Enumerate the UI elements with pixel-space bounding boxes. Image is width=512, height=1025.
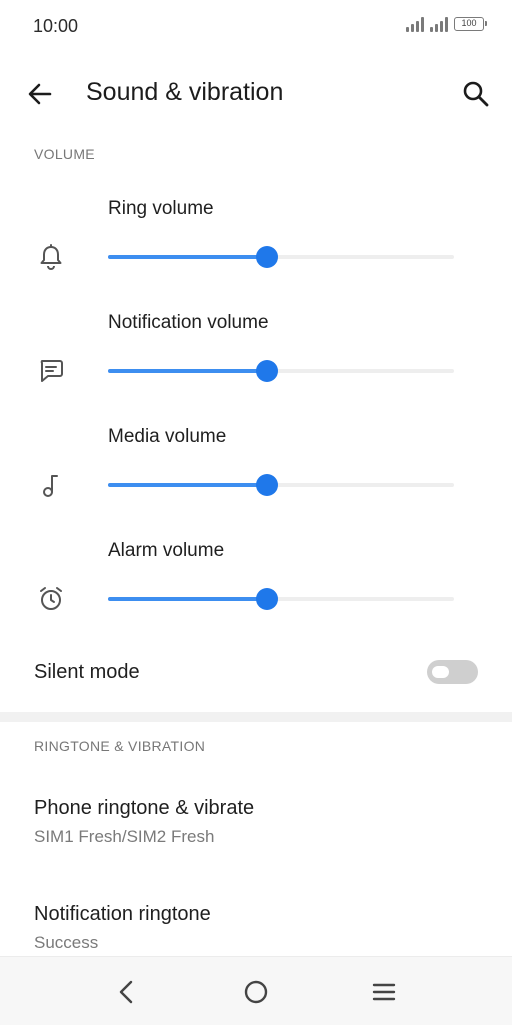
slider-fill <box>108 597 268 601</box>
arrow-left-icon <box>28 83 52 105</box>
toggle-knob <box>432 666 449 678</box>
system-nav-bar <box>0 956 512 1025</box>
circle-home-icon <box>244 980 268 1004</box>
menu-icon <box>372 983 396 1001</box>
volume-row-media: Media volume <box>0 424 512 534</box>
volume-row-alarm: Alarm volume <box>0 538 512 648</box>
volume-label: Alarm volume <box>108 540 225 561</box>
search-button[interactable] <box>458 76 494 112</box>
slider-thumb[interactable] <box>256 588 279 610</box>
volume-label: Media volume <box>108 426 227 447</box>
status-icons: 100 <box>406 16 487 32</box>
silent-mode-row[interactable]: Silent mode <box>0 646 512 702</box>
nav-menu-button[interactable] <box>367 975 401 1009</box>
volume-row-ring: Ring volume <box>0 196 512 306</box>
ring-volume-slider[interactable] <box>108 245 454 269</box>
app-bar: Sound & vibration <box>0 60 512 126</box>
slider-thumb[interactable] <box>256 246 279 268</box>
slider-fill <box>108 369 268 373</box>
message-icon <box>40 360 63 382</box>
media-volume-slider[interactable] <box>108 473 454 497</box>
bell-icon <box>40 244 62 270</box>
slider-fill <box>108 255 268 259</box>
notification-volume-slider[interactable] <box>108 359 454 383</box>
battery-level: 100 <box>461 18 477 28</box>
nav-back-button[interactable] <box>110 975 144 1009</box>
page-title: Sound & vibration <box>86 78 284 106</box>
search-icon <box>463 81 489 107</box>
signal-sim1-icon <box>406 16 424 32</box>
silent-mode-toggle[interactable] <box>427 660 478 684</box>
back-button[interactable] <box>22 76 58 112</box>
slider-thumb[interactable] <box>256 474 279 496</box>
list-item-subtitle: Success <box>34 933 99 952</box>
section-header-volume: VOLUME <box>34 146 95 162</box>
volume-label: Notification volume <box>108 312 269 333</box>
list-item-title: Notification ringtone <box>34 903 211 925</box>
slider-fill <box>108 483 268 487</box>
signal-sim2-icon <box>430 16 448 32</box>
chevron-left-icon <box>119 980 133 1004</box>
alarm-clock-icon <box>40 587 62 610</box>
list-item-subtitle: SIM1 Fresh/SIM2 Fresh <box>34 827 215 846</box>
list-item-title: Phone ringtone & vibrate <box>34 797 255 819</box>
silent-mode-label: Silent mode <box>34 661 140 683</box>
slider-thumb[interactable] <box>256 360 279 382</box>
alarm-volume-slider[interactable] <box>108 587 454 611</box>
section-divider <box>0 712 512 722</box>
section-header-ringtone: RINGTONE & VIBRATION <box>34 738 206 754</box>
volume-row-notification: Notification volume <box>0 310 512 420</box>
status-time: 10:00 <box>33 16 79 36</box>
nav-home-button[interactable] <box>239 975 273 1009</box>
status-bar: 10:00 100 <box>0 0 512 54</box>
battery-icon: 100 <box>454 17 487 31</box>
volume-label: Ring volume <box>108 198 214 219</box>
phone-ringtone-item[interactable]: Phone ringtone & vibrate SIM1 Fresh/SIM2… <box>0 797 512 877</box>
music-note-icon <box>43 475 58 497</box>
